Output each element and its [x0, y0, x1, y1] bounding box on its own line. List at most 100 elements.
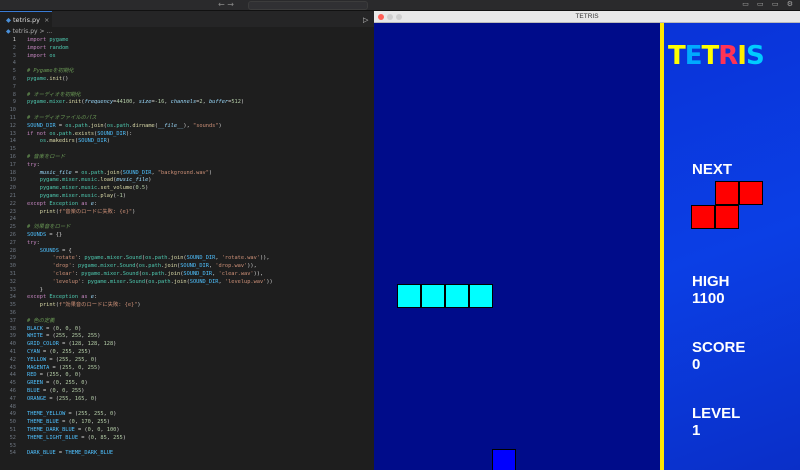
- code-line[interactable]: 16 # 音楽をロード: [0, 154, 374, 162]
- code-token: 512: [231, 99, 241, 106]
- code-line[interactable]: 15: [0, 146, 374, 154]
- code-line[interactable]: 47 ORANGE = (255, 165, 0): [0, 396, 374, 404]
- code-line[interactable]: 9 pygame.mixer.init(frequency=44100, size…: [0, 99, 374, 107]
- line-number: 35: [9, 302, 16, 309]
- code-line[interactable]: 25 # 効果音をロード: [0, 224, 374, 232]
- line-number: 33: [9, 286, 16, 293]
- code-token: mixer: [62, 193, 79, 199]
- code-line[interactable]: 20 pygame.mixer.music.set_volume(0.5): [0, 185, 374, 193]
- code-line[interactable]: 31 'clear': pygame.mixer.Sound(os.path.j…: [0, 271, 374, 279]
- code-line[interactable]: 3 import os: [0, 53, 374, 61]
- code-token: except: [27, 200, 50, 207]
- code-line[interactable]: 29 'rotate': pygame.mixer.Sound(os.path.…: [0, 255, 374, 263]
- code-editor[interactable]: 1 import pygame 2 import random 3 import os 4 5…: [0, 37, 374, 470]
- code-line[interactable]: 33 }: [0, 287, 374, 295]
- code-token: 255: [113, 434, 123, 441]
- code-token: WHITE: [27, 333, 43, 340]
- code-line[interactable]: 21 pygame.mixer.music.play(-1): [0, 193, 374, 201]
- code-line[interactable]: 23 print(f"音楽のロードに失敗: {e}"): [0, 209, 374, 217]
- line-number: 51: [9, 427, 16, 433]
- code-line[interactable]: 28 SOUNDS = {: [0, 248, 374, 256]
- code-line[interactable]: 41 CYAN = (0, 255, 255): [0, 349, 374, 357]
- code-line[interactable]: 26 SOUNDS = {}: [0, 232, 374, 240]
- code-line[interactable]: 39 WHITE = (255, 255, 255): [0, 333, 374, 341]
- code-line[interactable]: 22 except Exception as e:: [0, 201, 374, 209]
- line-number: 8: [12, 91, 16, 98]
- code-token: mixer: [49, 99, 66, 106]
- code-token: CYAN: [27, 349, 40, 355]
- layout-icons[interactable]: ▭ ▭ ▭ ⚙: [742, 0, 796, 8]
- close-icon[interactable]: ×: [44, 16, 49, 24]
- code-token: path: [154, 255, 168, 262]
- line-number: 34: [9, 294, 16, 301]
- code-line[interactable]: 18 music_file = os.path.join(SOUND_DIR, …: [0, 170, 374, 178]
- code-token: = (: [36, 372, 50, 379]
- run-icon[interactable]: ▷: [363, 16, 368, 24]
- code-line[interactable]: 45 GREEN = (0, 255, 0): [0, 380, 374, 388]
- python-file-icon: ◆: [6, 28, 11, 35]
- code-line[interactable]: 50 THEME_BLUE = (0, 170, 255): [0, 419, 374, 427]
- code-line[interactable]: 12 SOUND_DIR = os.path.join(os.path.dirna…: [0, 123, 374, 131]
- code-line[interactable]: 38 BLACK = (0, 0, 0): [0, 326, 374, 334]
- code-line[interactable]: 51 THEME_DARK_BLUE = (0, 0, 100): [0, 427, 374, 435]
- code-line[interactable]: 8 # オーディオを初期化: [0, 92, 374, 100]
- code-line[interactable]: 17 try:: [0, 162, 374, 170]
- code-token: # 色の定義: [27, 317, 55, 324]
- code-line[interactable]: 5 # Pygameを初期化: [0, 68, 374, 76]
- code-line[interactable]: 10: [0, 107, 374, 115]
- code-line[interactable]: 54 DARK_BLUE = THEME_DARK_BLUE: [0, 450, 374, 458]
- code-line[interactable]: 49 THEME_YELLOW = (255, 255, 0): [0, 411, 374, 419]
- command-search-box[interactable]: [248, 1, 368, 10]
- code-token: 'rotate': [27, 255, 79, 262]
- line-number: 18: [9, 169, 16, 176]
- code-line[interactable]: 37 # 色の定義: [0, 318, 374, 326]
- piece-cell: [445, 284, 469, 308]
- breadcrumb[interactable]: ◆ tetris.py > ...: [6, 28, 52, 35]
- code-line[interactable]: 32 'levelup': pygame.mixer.Sound(os.path…: [0, 279, 374, 287]
- code-line[interactable]: 44 RED = (255, 0, 0): [0, 372, 374, 380]
- level-label: LEVEL: [692, 405, 741, 422]
- code-token: os: [27, 138, 47, 145]
- side-panel: TETRIS NEXT HIGH 1100 SCORE 0 LEVEL 1: [664, 23, 800, 470]
- code-line[interactable]: 6 pygame.init(): [0, 76, 374, 84]
- score-value: 0: [692, 356, 701, 373]
- code-line[interactable]: 46 BLUE = (0, 0, 255): [0, 388, 374, 396]
- code-line[interactable]: 42 YELLOW = (255, 255, 0): [0, 357, 374, 365]
- code-token: )),: [247, 263, 257, 270]
- code-line[interactable]: 11 # オーディオファイルのパス: [0, 115, 374, 123]
- code-line[interactable]: 27 try:: [0, 240, 374, 248]
- code-line[interactable]: 7: [0, 84, 374, 92]
- code-token: DARK_BLUE: [27, 450, 56, 457]
- code-line[interactable]: 40 GRID_COLOR = (128, 128, 128): [0, 341, 374, 349]
- code-token: 'rotate.wav': [221, 255, 260, 262]
- code-token: join: [106, 169, 120, 176]
- code-token: = (: [49, 364, 63, 371]
- code-token: 255: [87, 333, 98, 340]
- line-number: 15: [9, 146, 16, 153]
- code-token: f"音楽のロードに失敗: {e}": [58, 208, 133, 215]
- code-line[interactable]: 1 import pygame: [0, 37, 374, 45]
- code-line[interactable]: 36: [0, 310, 374, 318]
- code-line[interactable]: 30 'drop': pygame.mixer.Sound(os.path.jo…: [0, 263, 374, 271]
- nav-arrows[interactable]: ← →: [218, 0, 234, 9]
- code-token: pygame: [27, 193, 59, 199]
- code-line[interactable]: 14 os.makedirs(SOUND_DIR): [0, 138, 374, 146]
- code-line[interactable]: 53: [0, 443, 374, 451]
- code-line[interactable]: 13 if not os.path.exists(SOUND_DIR):: [0, 131, 374, 139]
- code-token: 'clear.wav': [218, 271, 254, 277]
- code-line[interactable]: 19 pygame.mixer.music.load(music_file): [0, 177, 374, 185]
- code-token: path: [74, 122, 88, 129]
- code-line[interactable]: 2 import random: [0, 45, 374, 53]
- code-line[interactable]: 43 MAGENTA = (255, 0, 255): [0, 365, 374, 373]
- code-line[interactable]: 48: [0, 404, 374, 412]
- code-line[interactable]: 52 THEME_LIGHT_BLUE = (0, 85, 255): [0, 435, 374, 443]
- line-number: 21: [9, 193, 16, 199]
- code-token: 100: [106, 427, 117, 433]
- code-token: SOUND_DIR: [183, 271, 213, 277]
- line-number: 40: [9, 341, 16, 348]
- code-token: music_file: [116, 177, 149, 184]
- code-line[interactable]: 35 print(f"効果音のロードに失敗: {e}"): [0, 302, 374, 310]
- tab-tetris-py[interactable]: ◆ tetris.py ×: [0, 11, 52, 27]
- code-token: ): [97, 333, 101, 340]
- code-token: Sound: [125, 255, 142, 262]
